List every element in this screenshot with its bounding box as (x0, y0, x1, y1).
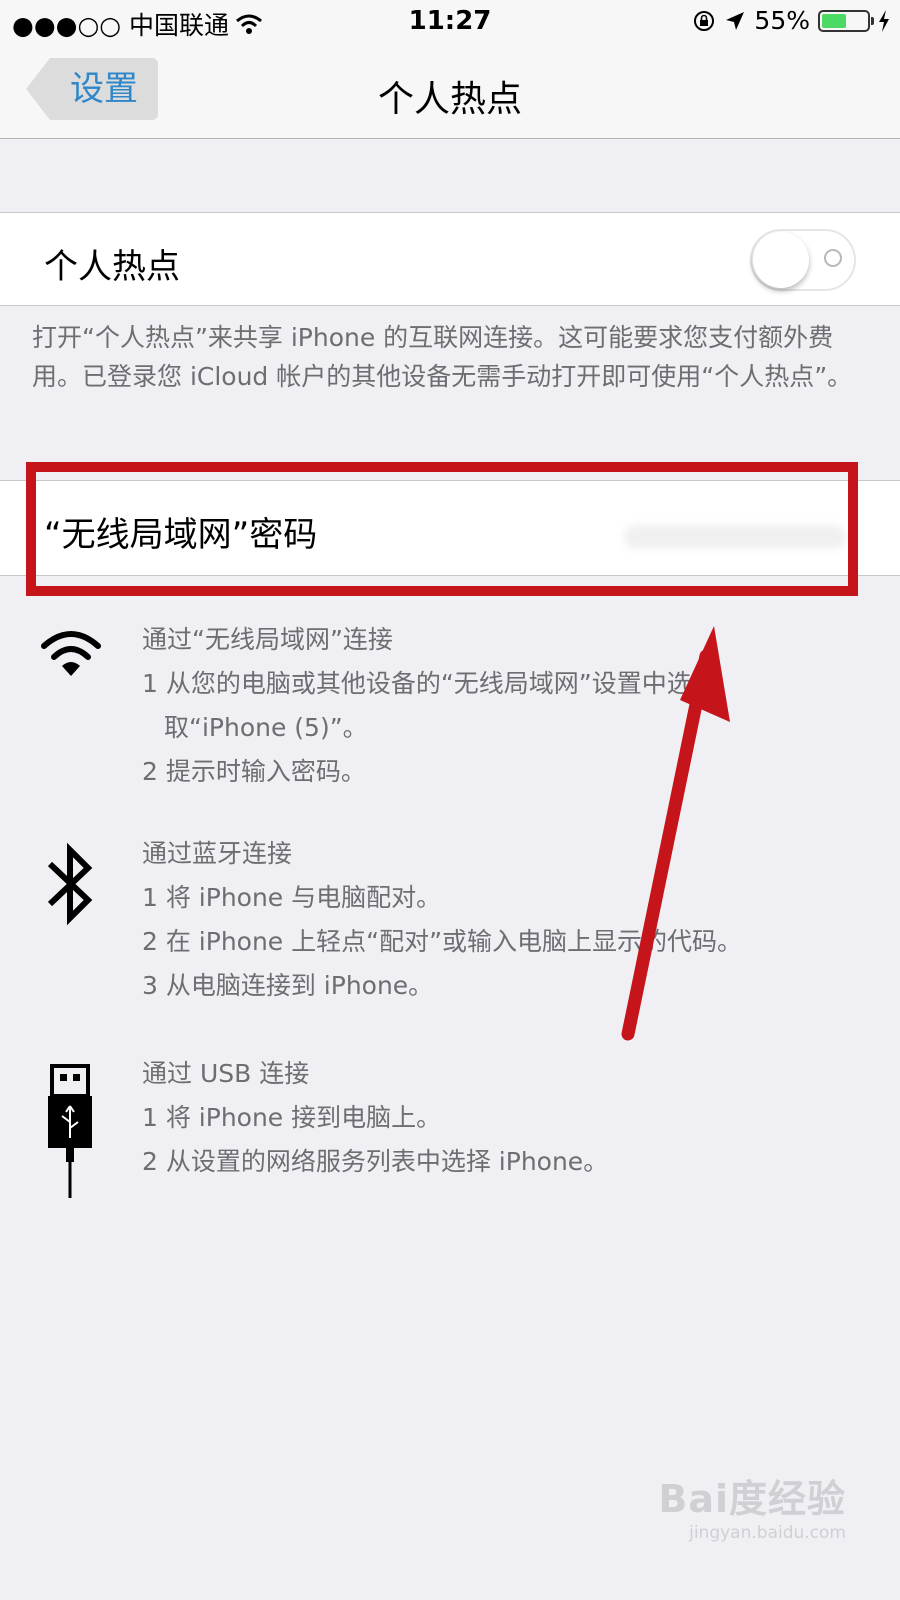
usb-cable-icon (48, 1064, 92, 1198)
hotspot-toggle[interactable] (750, 229, 856, 291)
wifi-step-1: 1 从您的电脑或其他设备的“无线局域网”设置中选 (142, 669, 692, 698)
usb-step-2: 2 从设置的网络服务列表中选择 iPhone。 (142, 1147, 609, 1176)
bluetooth-step-1: 1 将 iPhone 与电脑配对。 (142, 883, 442, 912)
watermark-logo: Bai度经验 (658, 1477, 846, 1521)
hotspot-toggle-row: 个人热点 (0, 212, 900, 306)
wifi-step-1-continued: 取“iPhone (5)”。 (164, 713, 368, 742)
baidu-watermark: Bai度经验 jingyan.baidu.com (658, 1468, 846, 1543)
wifi-icon (41, 631, 101, 676)
charging-bolt-icon (879, 9, 889, 32)
bluetooth-icon (47, 842, 93, 926)
toggle-knob (753, 232, 809, 288)
watermark-url: jingyan.baidu.com (689, 1523, 846, 1543)
toggle-off-indicator-icon (824, 249, 842, 267)
bluetooth-step-2: 2 在 iPhone 上轻点“配对”或输入电脑上显示的代码。 (142, 927, 743, 956)
battery-percent: 55% (754, 6, 810, 35)
bluetooth-method-title: 通过蓝牙连接 (142, 839, 293, 868)
wifi-step-2: 2 提示时输入密码。 (142, 757, 366, 786)
usb-step-1: 1 将 iPhone 接到电脑上。 (142, 1103, 442, 1132)
status-bar: ●●●○○ 中国联通 11:27 55% (0, 0, 900, 46)
page-title: 个人热点 (377, 79, 522, 120)
navigation-bar: 设置 个人热点 (0, 46, 900, 139)
hotspot-description: 打开“个人热点”来共享 iPhone 的互联网连接。这可能要求您支付额外费用。已… (32, 323, 853, 391)
location-icon (726, 11, 745, 30)
annotation-highlight-box (26, 462, 858, 596)
hotspot-label: 个人热点 (44, 247, 180, 287)
battery-icon (818, 9, 874, 32)
battery-level (822, 13, 847, 28)
orientation-lock-icon (694, 10, 715, 31)
usb-method-title: 通过 USB 连接 (142, 1059, 310, 1088)
bluetooth-step-3: 3 从电脑连接到 iPhone。 (142, 971, 434, 1000)
wifi-method-title: 通过“无线局域网”连接 (142, 625, 393, 654)
